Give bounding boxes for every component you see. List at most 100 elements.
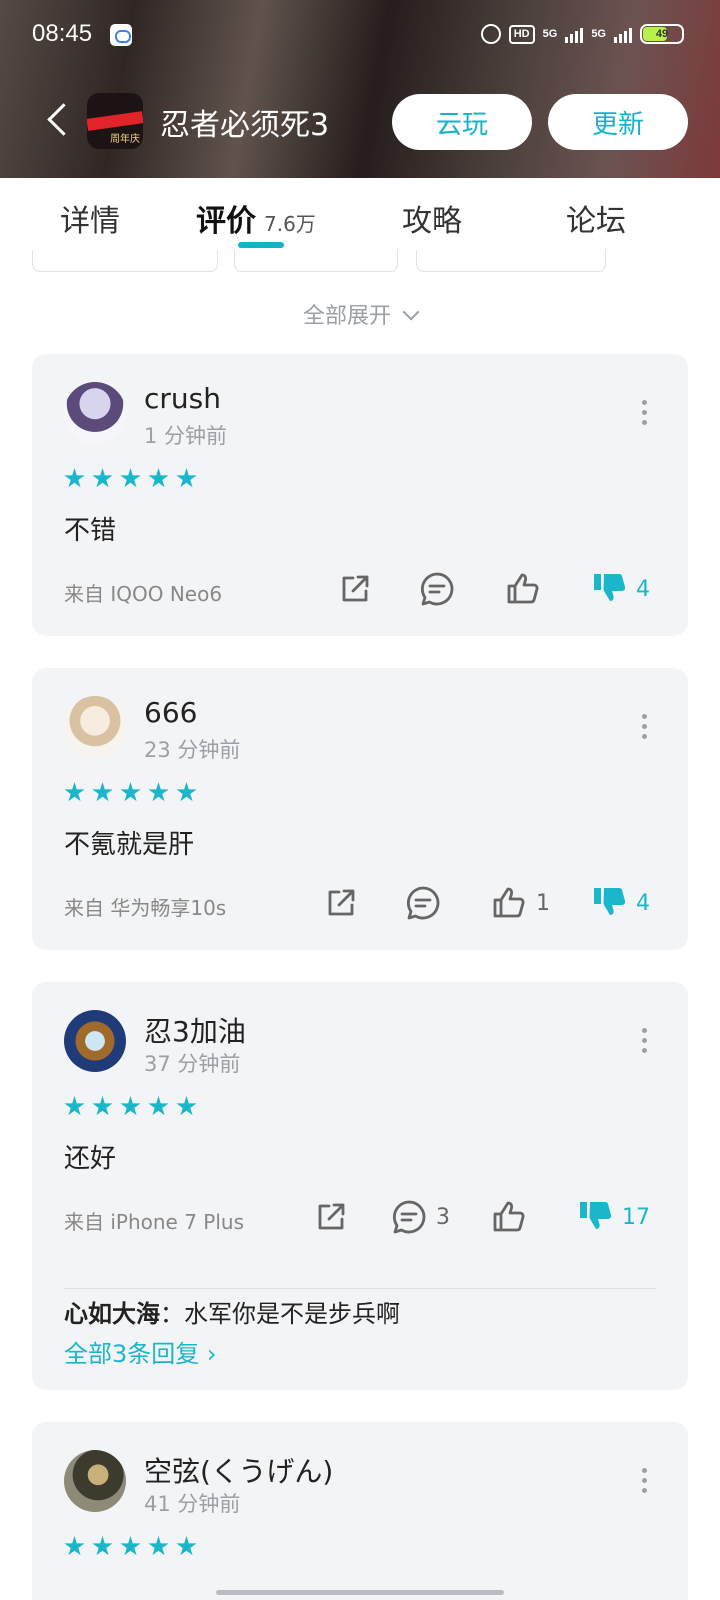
tab-bar: 详情 评价 7.6万 攻略 论坛 xyxy=(0,178,720,248)
review-username[interactable]: 忍3加油 xyxy=(144,1010,246,1050)
star-icon xyxy=(92,468,113,488)
star-icon xyxy=(148,1536,169,1556)
review-card: crush 1 分钟前 不错 来自 IQOO Neo6 4 xyxy=(32,354,688,636)
filter-tag[interactable] xyxy=(234,250,398,272)
star-rating xyxy=(64,1536,197,1557)
avatar[interactable] xyxy=(64,1450,126,1512)
app-header: 08:45 HD 5G 5G 49 周年庆 忍者必须死3 云玩 更新 xyxy=(0,0,720,178)
review-username[interactable]: 666 xyxy=(144,696,197,729)
star-icon xyxy=(176,468,197,488)
star-icon xyxy=(64,782,85,802)
review-content: 不氪就是肝 xyxy=(64,830,195,860)
filter-tag[interactable] xyxy=(416,250,606,272)
thumbs-up-icon xyxy=(507,573,539,604)
app-icon: 周年庆 xyxy=(87,93,143,149)
share-button[interactable] xyxy=(336,570,374,608)
reply-author: 心如大海 xyxy=(64,1300,160,1328)
expand-all-toggle[interactable]: 全部展开 xyxy=(0,298,720,330)
like-count: 1 xyxy=(536,890,550,916)
comment-icon xyxy=(392,1200,426,1234)
review-username[interactable]: 空弦(くうげん) xyxy=(144,1450,333,1490)
star-rating xyxy=(64,782,197,803)
filter-tag[interactable] xyxy=(32,250,218,272)
reply-preview[interactable]: 心如大海：水军你是不是步兵啊 xyxy=(64,1294,400,1329)
star-icon xyxy=(64,1096,85,1116)
review-card: 忍3加油 37 分钟前 还好 来自 iPhone 7 Plus 3 17 心如大… xyxy=(32,982,688,1390)
back-arrow-icon[interactable] xyxy=(44,100,70,140)
star-icon xyxy=(92,1096,113,1116)
tab-review[interactable]: 评价 7.6万 xyxy=(196,196,316,240)
dislike-button[interactable]: 4 xyxy=(590,570,650,608)
chevron-right-icon: › xyxy=(199,1340,217,1368)
star-rating xyxy=(64,468,197,489)
hd-icon: HD xyxy=(508,24,535,44)
star-icon xyxy=(120,1096,141,1116)
more-options-icon[interactable] xyxy=(642,400,648,426)
dislike-count: 4 xyxy=(636,890,650,916)
review-time: 41 分钟前 xyxy=(144,1492,241,1516)
thumbs-down-icon xyxy=(594,888,626,915)
reply-text: 水军你是不是步兵啊 xyxy=(184,1300,400,1328)
tab-guide[interactable]: 攻略 xyxy=(402,196,462,240)
cloud-app-icon xyxy=(110,24,132,46)
dislike-count: 4 xyxy=(636,576,650,602)
signal-icon xyxy=(565,25,584,43)
comment-icon xyxy=(406,886,440,920)
avatar[interactable] xyxy=(64,1010,126,1072)
status-bar: 08:45 HD 5G 5G 49 xyxy=(0,0,720,66)
comment-button[interactable] xyxy=(404,884,450,922)
thumbs-down-icon xyxy=(580,1202,612,1229)
star-icon xyxy=(64,468,85,488)
review-device: 来自 iPhone 7 Plus xyxy=(64,1210,245,1234)
all-replies-label: 全部3条回复 xyxy=(64,1340,200,1368)
review-actions: 4 xyxy=(336,570,650,608)
cloud-play-button[interactable]: 云玩 xyxy=(392,94,532,150)
tab-forum[interactable]: 论坛 xyxy=(566,196,626,240)
avatar[interactable] xyxy=(64,696,126,758)
update-button[interactable]: 更新 xyxy=(548,94,688,150)
review-time: 1 分钟前 xyxy=(144,424,228,448)
comment-count: 3 xyxy=(436,1204,450,1230)
status-time: 08:45 xyxy=(32,20,93,47)
dislike-count: 17 xyxy=(622,1204,650,1230)
thumbs-down-icon xyxy=(594,574,626,601)
like-button[interactable]: 1 xyxy=(490,884,550,922)
review-username[interactable]: crush xyxy=(144,382,221,415)
star-icon xyxy=(120,468,141,488)
share-button[interactable] xyxy=(312,1198,350,1236)
battery-level: 49 xyxy=(655,28,669,40)
review-card: 666 23 分钟前 不氪就是肝 来自 华为畅享10s 1 4 xyxy=(32,668,688,950)
review-device: 来自 华为畅享10s xyxy=(64,896,227,920)
comment-icon xyxy=(420,572,454,606)
more-options-icon[interactable] xyxy=(642,714,648,740)
chevron-down-icon xyxy=(402,303,420,321)
home-indicator[interactable] xyxy=(216,1590,504,1595)
star-icon xyxy=(92,1536,113,1556)
app-title: 忍者必须死3 xyxy=(160,108,330,143)
star-icon xyxy=(92,782,113,802)
expand-all-label: 全部展开 xyxy=(302,304,391,329)
more-options-icon[interactable] xyxy=(642,1028,648,1054)
signal-icon xyxy=(614,25,632,43)
dislike-button[interactable]: 4 xyxy=(590,884,650,922)
more-options-icon[interactable] xyxy=(642,1468,648,1494)
comment-button[interactable] xyxy=(418,570,464,608)
network-label-2: 5G xyxy=(591,28,606,40)
tab-detail[interactable]: 详情 xyxy=(60,196,120,240)
review-actions: 3 17 xyxy=(312,1198,650,1236)
like-button[interactable] xyxy=(490,1198,536,1236)
all-replies-link[interactable]: 全部3条回复 › xyxy=(64,1334,217,1369)
dislike-button[interactable]: 17 xyxy=(576,1198,650,1236)
review-content: 还好 xyxy=(64,1144,117,1174)
comment-button[interactable]: 3 xyxy=(390,1198,450,1236)
thumbs-up-icon xyxy=(493,887,525,918)
review-count: 7.6万 xyxy=(264,212,316,236)
review-device: 来自 IQOO Neo6 xyxy=(64,582,223,606)
like-button[interactable] xyxy=(504,570,550,608)
divider xyxy=(64,1288,656,1289)
share-button[interactable] xyxy=(322,884,360,922)
star-icon xyxy=(64,1536,85,1556)
review-time: 37 分钟前 xyxy=(144,1052,241,1076)
avatar[interactable] xyxy=(64,382,126,444)
share-icon xyxy=(318,1203,345,1230)
